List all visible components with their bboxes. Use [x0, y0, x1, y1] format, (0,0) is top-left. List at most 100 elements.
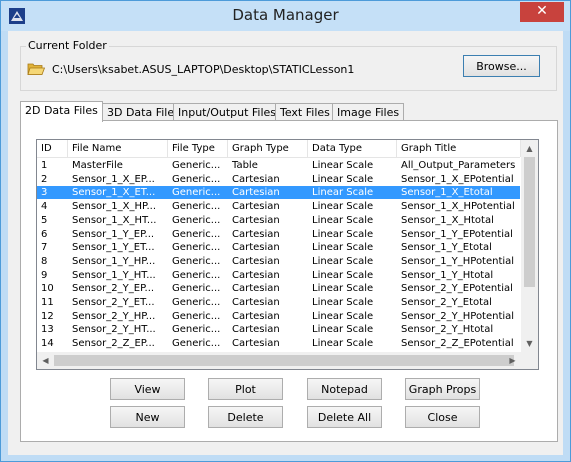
cell-id: 13 [41, 324, 54, 336]
tab-2d-data-files[interactable]: 2D Data Files [20, 101, 103, 122]
data-file-list[interactable]: ID File Name File Type Graph Type Data T… [36, 139, 539, 370]
cell-file-name: MasterFile [72, 160, 123, 171]
table-row[interactable]: 13 Sensor_2_Y_HT... Generic... Cartesian Lin… [37, 323, 520, 336]
delete-button[interactable]: Delete [208, 406, 283, 428]
cell-graph-type: Cartesian [232, 173, 280, 185]
cell-graph-title: Sensor_1_Y_HPotential [401, 255, 515, 267]
title-bar[interactable]: Data Manager ✕ [1, 1, 570, 31]
cell-data-type: Linear Scale [312, 214, 374, 226]
close-button[interactable]: Close [405, 406, 480, 428]
column-header-id[interactable]: ID [37, 140, 68, 157]
cell-graph-type: Cartesian [232, 310, 280, 322]
browse-button[interactable]: Browse... [463, 55, 540, 77]
cell-data-type: Linear Scale [312, 310, 374, 322]
scroll-down-icon[interactable]: ▼ [521, 335, 538, 352]
scroll-up-icon[interactable]: ▲ [521, 140, 538, 157]
cell-graph-title: All_Output_Parameters [401, 160, 516, 171]
table-row[interactable]: 7 Sensor_1_Y_ET... Generic... Cartesian Line… [37, 241, 520, 254]
cell-file-name: Sensor_1_Y_HP... [72, 255, 156, 267]
cell-file-type: Generic... [172, 214, 221, 226]
cell-graph-title: Sensor_1_Y_EPotential [401, 228, 513, 240]
cell-file-name: Sensor_2_Z_EP... [72, 338, 155, 350]
table-row[interactable]: 14 Sensor_2_Z_EP... Generic... Cartesian Lin… [37, 337, 520, 350]
cell-id: 10 [41, 283, 54, 295]
cell-data-type: Linear Scale [312, 173, 374, 185]
cell-graph-title: Sensor_1_X_Htotal [401, 214, 494, 226]
scroll-right-icon[interactable]: ▶ [504, 352, 521, 369]
column-header-data-type[interactable]: Data Type [308, 140, 397, 157]
scroll-left-icon[interactable]: ◀ [37, 352, 54, 369]
cell-data-type: Linear Scale [312, 187, 374, 199]
cell-id: 8 [41, 255, 48, 267]
column-header-graph-title[interactable]: Graph Title [397, 140, 521, 157]
table-row[interactable]: 3 Sensor_1_X_ET... Generic... Cartesian Line… [37, 186, 520, 200]
new-button[interactable]: New [110, 406, 185, 428]
cell-file-name: Sensor_1_Y_HT... [72, 269, 156, 281]
cell-graph-title: Sensor_1_Y_Etotal [401, 242, 492, 254]
cell-data-type: Linear Scale [312, 338, 374, 350]
column-header-graph-type[interactable]: Graph Type [228, 140, 308, 157]
table-row[interactable]: 8 Sensor_1_Y_HP... Generic... Cartesian Line… [37, 255, 520, 268]
tab-text-files[interactable]: Text Files [275, 103, 337, 121]
table-row[interactable]: 9 Sensor_1_Y_HT... Generic... Cartesian Line… [37, 269, 520, 282]
data-manager-window: Data Manager ✕ Current Folder C:\Users\k… [0, 0, 571, 462]
cell-id: 9 [41, 269, 48, 281]
cell-graph-title: Sensor_2_Y_Etotal [401, 297, 492, 308]
vertical-scroll-thumb[interactable] [524, 157, 535, 287]
table-row[interactable]: 11 Sensor_2_Y_ET... Generic... Cartesian Lin… [37, 296, 520, 309]
cell-data-type: Linear Scale [312, 283, 374, 295]
table-row[interactable]: 2 Sensor_1_X_EP... Generic... Cartesian Line… [37, 173, 520, 186]
cell-id: 2 [41, 173, 48, 185]
folder-open-icon [27, 63, 45, 75]
cell-file-type: Generic... [172, 255, 221, 267]
cell-file-name: Sensor_1_Y_EP... [72, 228, 155, 240]
table-row[interactable]: 12 Sensor_2_Y_HP... Generic... Cartesian Lin… [37, 310, 520, 323]
table-row[interactable]: 5 Sensor_1_X_HT... Generic... Cartesian Line… [37, 214, 520, 227]
cell-data-type: Linear Scale [312, 228, 374, 240]
cell-file-type: Generic... [172, 297, 221, 308]
column-header-file-type[interactable]: File Type [168, 140, 228, 157]
table-row[interactable]: 1 MasterFile Generic... Table Linear Scale Al… [37, 159, 520, 172]
tab-input-output-files[interactable]: Input/Output Files [173, 103, 276, 121]
view-button[interactable]: View [110, 378, 185, 400]
cell-data-type: Linear Scale [312, 201, 374, 213]
cell-file-type: Generic... [172, 160, 221, 171]
cell-graph-type: Cartesian [232, 228, 280, 240]
cell-file-type: Generic... [172, 310, 221, 322]
table-row[interactable]: 4 Sensor_1_X_HP... Generic... Cartesian Line… [37, 200, 520, 213]
close-window-button[interactable]: ✕ [520, 2, 564, 22]
cell-id: 12 [41, 310, 54, 322]
cell-data-type: Linear Scale [312, 324, 374, 336]
cell-file-type: Generic... [172, 187, 221, 199]
horizontal-scroll-thumb[interactable] [54, 355, 514, 366]
cell-graph-title: Sensor_1_Y_Htotal [401, 269, 494, 281]
cell-graph-type: Cartesian [232, 297, 280, 308]
cell-graph-type: Cartesian [232, 324, 280, 336]
dialog-client-area: Current Folder C:\Users\ksabet.ASUS_LAPT… [8, 31, 563, 455]
scrollbar-corner [521, 352, 538, 369]
horizontal-scrollbar[interactable]: ◀ ▶ [37, 352, 521, 369]
close-icon: ✕ [536, 3, 548, 19]
tab-image-files[interactable]: Image Files [332, 103, 404, 121]
table-row[interactable]: 6 Sensor_1_Y_EP... Generic... Cartesian Line… [37, 228, 520, 241]
table-row[interactable]: 10 Sensor_2_Y_EP... Generic... Cartesian Lin… [37, 282, 520, 295]
cell-id: 4 [41, 201, 48, 213]
cell-graph-type: Cartesian [232, 255, 280, 267]
cell-id: 11 [41, 297, 54, 308]
cell-graph-type: Cartesian [232, 242, 280, 254]
cell-graph-title: Sensor_2_Y_Htotal [401, 324, 494, 336]
cell-file-type: Generic... [172, 269, 221, 281]
cell-file-type: Generic... [172, 201, 221, 213]
cell-id: 3 [41, 187, 48, 199]
delete-all-button[interactable]: Delete All [307, 406, 382, 428]
tab-3d-data-files[interactable]: 3D Data Files [102, 103, 180, 121]
plot-button[interactable]: Plot [208, 378, 283, 400]
cell-graph-type: Table [232, 160, 258, 171]
notepad-button[interactable]: Notepad [307, 378, 382, 400]
graph-props-button[interactable]: Graph Props [405, 378, 480, 400]
column-header-file-name[interactable]: File Name [68, 140, 168, 157]
vertical-scrollbar[interactable]: ▲ ▼ [521, 140, 538, 352]
cell-data-type: Linear Scale [312, 160, 374, 171]
cell-graph-type: Cartesian [232, 187, 280, 199]
cell-file-name: Sensor_2_Y_EP... [72, 283, 155, 295]
